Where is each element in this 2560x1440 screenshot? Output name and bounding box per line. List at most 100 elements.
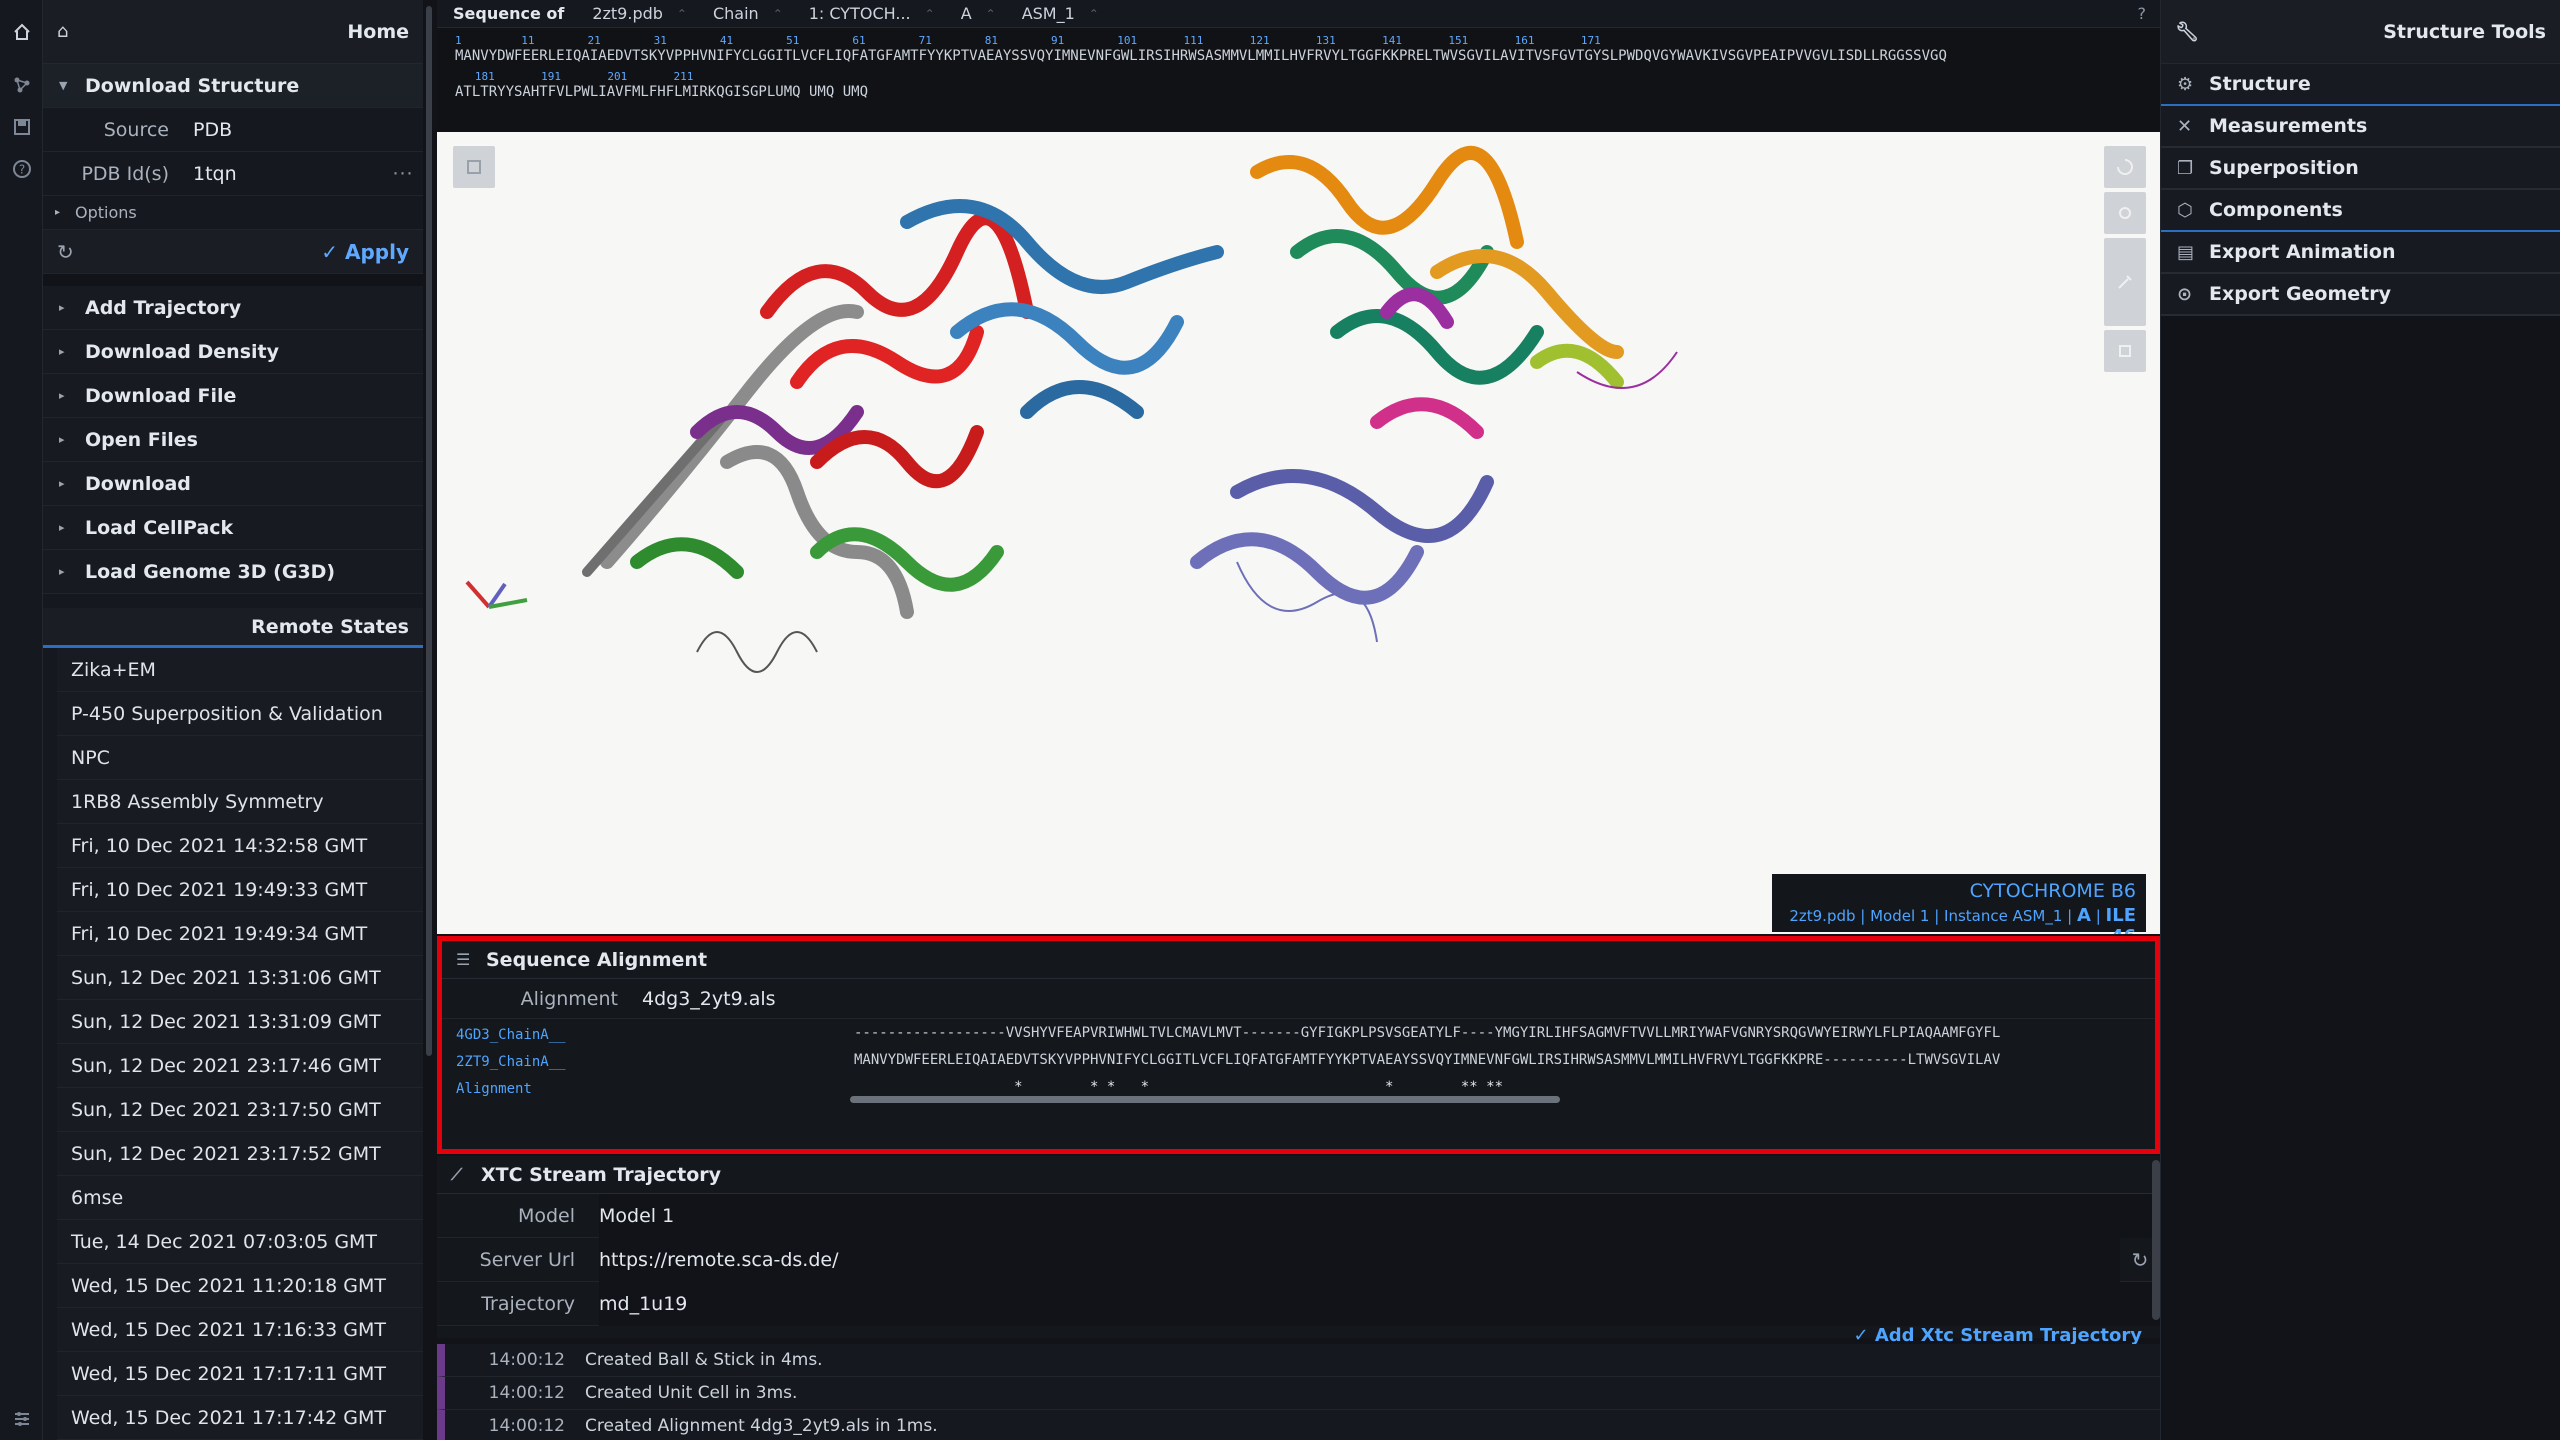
xtc-model-select[interactable]: Model 1 [599, 1193, 2160, 1238]
remote-state-item[interactable]: Tue, 14 Dec 2021 07:03:05 GMT [57, 1220, 423, 1264]
sequence-line[interactable]: MANVYDWFEERLEIQAIAEDVTSKYVPPHVNIFYCLGGIT… [455, 48, 2142, 70]
apply-button[interactable]: ✓ Apply [321, 240, 409, 264]
help-icon[interactable]: ? [0, 148, 43, 190]
xtc-model-row: Model Model 1 [437, 1193, 2160, 1238]
remote-state-item[interactable]: Sun, 12 Dec 2021 13:31:09 GMT [57, 1000, 423, 1044]
tool-item[interactable]: ▤ Export Animation [2161, 232, 2560, 274]
action-item[interactable]: ▸ Load CellPack [43, 506, 423, 550]
xtc-stream-panel: ⟋ XTC Stream Trajectory Model Model 1 Se… [437, 1156, 2160, 1346]
xtc-trajectory-label: Trajectory [481, 1292, 575, 1315]
left-scrollbar[interactable] [423, 0, 435, 1440]
remote-state-item[interactable]: Wed, 15 Dec 2021 17:17:11 GMT [57, 1352, 423, 1396]
sequence-view[interactable]: 1 11 21 31 41 51 61 71 81 91 101 111 121… [437, 28, 2160, 132]
caret-right-icon: ▸ [59, 521, 65, 534]
options-label: Options [75, 203, 137, 222]
refresh-icon[interactable]: ↻ [57, 240, 74, 264]
measurements-icon: ✕ [2177, 115, 2193, 137]
sequence-line[interactable]: ATLTRYYSAHTFVLPWLIAVFMLFHFLMIRKQGISGPLUM… [455, 84, 2142, 106]
screenshot-button[interactable] [2104, 192, 2146, 234]
structure-select[interactable]: 2zt9.pdb [592, 4, 663, 23]
more-options-icon[interactable]: ··· [383, 163, 423, 185]
help-icon[interactable]: ? [2138, 4, 2147, 23]
entity-select[interactable]: 1: CYTOCH... [809, 4, 911, 23]
reset-camera-button[interactable] [2104, 146, 2146, 188]
select-caret-icon: ⌃ [676, 6, 687, 21]
tool-item[interactable]: ⚙ Structure [2161, 64, 2560, 106]
action-item[interactable]: ▸ Download File [43, 374, 423, 418]
settings-icon[interactable] [0, 1398, 43, 1440]
remote-state-item[interactable]: Wed, 15 Dec 2021 17:16:33 GMT [57, 1308, 423, 1352]
action-label: Load Genome 3D (G3D) [85, 560, 336, 583]
alignment-view[interactable]: 4GD3_ChainA__ 2ZT9_ChainA__ Alignment --… [442, 1019, 2155, 1109]
home-icon[interactable] [0, 0, 43, 64]
alignment-sequences[interactable]: ------------------VVSHYVFEAPVRIWHWLTVLCM… [854, 1025, 2144, 1106]
action-item[interactable]: ▸ Open Files [43, 418, 423, 462]
xtc-server-input[interactable]: https://remote.sca-ds.de/ [599, 1237, 2120, 1282]
chain-mode-select[interactable]: Chain [713, 4, 759, 23]
center-area: Sequence of 2zt9.pdb ⌃ Chain ⌃ 1: CYTOCH..… [437, 0, 2160, 1440]
3d-viewport[interactable]: CYTOCHROME B6 2zt9.pdb | Model 1 | Insta… [437, 132, 2160, 934]
alignment-row-seq[interactable]: ------------------VVSHYVFEAPVRIWHWLTVLCM… [854, 1025, 2144, 1052]
xtc-header[interactable]: ⟋ XTC Stream Trajectory [437, 1156, 2160, 1194]
tool-item[interactable]: ✕ Measurements [2161, 106, 2560, 148]
alignment-icon: ☰ [456, 950, 471, 969]
xtc-title: XTC Stream Trajectory [481, 1163, 722, 1186]
tool-item[interactable]: ❐ Superposition [2161, 148, 2560, 190]
log-time: 14:00:12 [488, 1416, 565, 1436]
action-item[interactable]: ▸ Download Density [43, 330, 423, 374]
controls-toggle-button[interactable] [2104, 238, 2146, 326]
alignment-label: Alignment [520, 987, 618, 1010]
tool-label: Export Animation [2209, 241, 2396, 263]
chain-select[interactable]: A [961, 4, 972, 23]
source-label: Source [103, 118, 169, 141]
alignment-row-name: 4GD3_ChainA__ [456, 1027, 566, 1043]
action-label: Download File [85, 384, 237, 407]
remote-state-item[interactable]: Sun, 12 Dec 2021 23:17:52 GMT [57, 1132, 423, 1176]
log-entry: 14:00:12 Created Alignment 4dg3_2yt9.als … [437, 1410, 2160, 1440]
remote-state-item[interactable]: Zika+EM [57, 648, 423, 692]
action-item[interactable]: ▸ Download [43, 462, 423, 506]
sequence-alignment-header[interactable]: ☰ Sequence Alignment [442, 941, 2155, 979]
selection-mode-button[interactable] [453, 146, 495, 188]
remote-state-item[interactable]: 6mse [57, 1176, 423, 1220]
remote-state-item[interactable]: Fri, 10 Dec 2021 19:49:33 GMT [57, 868, 423, 912]
assembly-select[interactable]: ASM_1 [1022, 4, 1075, 23]
source-select[interactable]: PDB [193, 119, 423, 141]
remote-state-item[interactable]: Wed, 15 Dec 2021 11:20:18 GMT [57, 1264, 423, 1308]
action-item[interactable]: ▸ Load Genome 3D (G3D) [43, 550, 423, 594]
action-label: Download Density [85, 340, 279, 363]
add-xtc-button[interactable]: ✓ Add Xtc Stream Trajectory [1853, 1325, 2142, 1346]
save-icon[interactable] [0, 106, 43, 148]
xtc-trajectory-select[interactable]: md_1u19 [599, 1281, 2160, 1326]
action-label: Add Trajectory [85, 296, 242, 319]
select-caret-icon: ⌃ [924, 6, 935, 21]
download-structure-header[interactable]: ▼ Download Structure [43, 64, 423, 108]
center-scrollbar[interactable] [2152, 1160, 2160, 1320]
action-label: Open Files [85, 428, 198, 451]
settings-panel-button[interactable] [2104, 330, 2146, 372]
remote-state-item[interactable]: Sun, 12 Dec 2021 23:17:46 GMT [57, 1044, 423, 1088]
options-toggle[interactable]: ▸ Options [43, 196, 423, 230]
xtc-model-label: Model [517, 1204, 575, 1227]
remote-state-item[interactable]: Wed, 15 Dec 2021 17:17:42 GMT [57, 1396, 423, 1440]
sequence-alignment-title: Sequence Alignment [486, 948, 708, 971]
alignment-row-seq[interactable]: MANVYDWFEERLEIQAIAEDVTSKYVPPHVNIFYCLGGIT… [854, 1052, 2144, 1079]
remote-state-item[interactable]: P-450 Superposition & Validation [57, 692, 423, 736]
tool-item[interactable]: ⊙ Export Geometry [2161, 274, 2560, 316]
remote-state-item[interactable]: Fri, 10 Dec 2021 19:49:34 GMT [57, 912, 423, 956]
remote-state-item[interactable]: 1RB8 Assembly Symmetry [57, 780, 423, 824]
molecule-icon[interactable] [0, 64, 43, 106]
remote-state-item[interactable]: Sun, 12 Dec 2021 23:17:50 GMT [57, 1088, 423, 1132]
right-panel: 🔧︎ Structure Tools ⚙ Structure ✕ Measuremen… [2160, 0, 2560, 1440]
tool-item[interactable]: ⬡ Components [2161, 190, 2560, 232]
alignment-select[interactable]: 4dg3_2yt9.als [642, 988, 2155, 1010]
alignment-scrollbar[interactable] [850, 1096, 1560, 1103]
remote-state-item[interactable]: Fri, 10 Dec 2021 14:32:58 GMT [57, 824, 423, 868]
left-scrollbar-thumb[interactable] [426, 6, 432, 1056]
remote-state-item[interactable]: NPC [57, 736, 423, 780]
action-item[interactable]: ▸ Add Trajectory [43, 286, 423, 330]
home-small-icon[interactable]: ⌂ [57, 21, 68, 42]
alignment-names: 4GD3_ChainA__ 2ZT9_ChainA__ Alignment [456, 1027, 566, 1108]
remote-state-item[interactable]: Sun, 12 Dec 2021 13:31:06 GMT [57, 956, 423, 1000]
pdb-id-input[interactable]: 1tqn [193, 163, 383, 185]
